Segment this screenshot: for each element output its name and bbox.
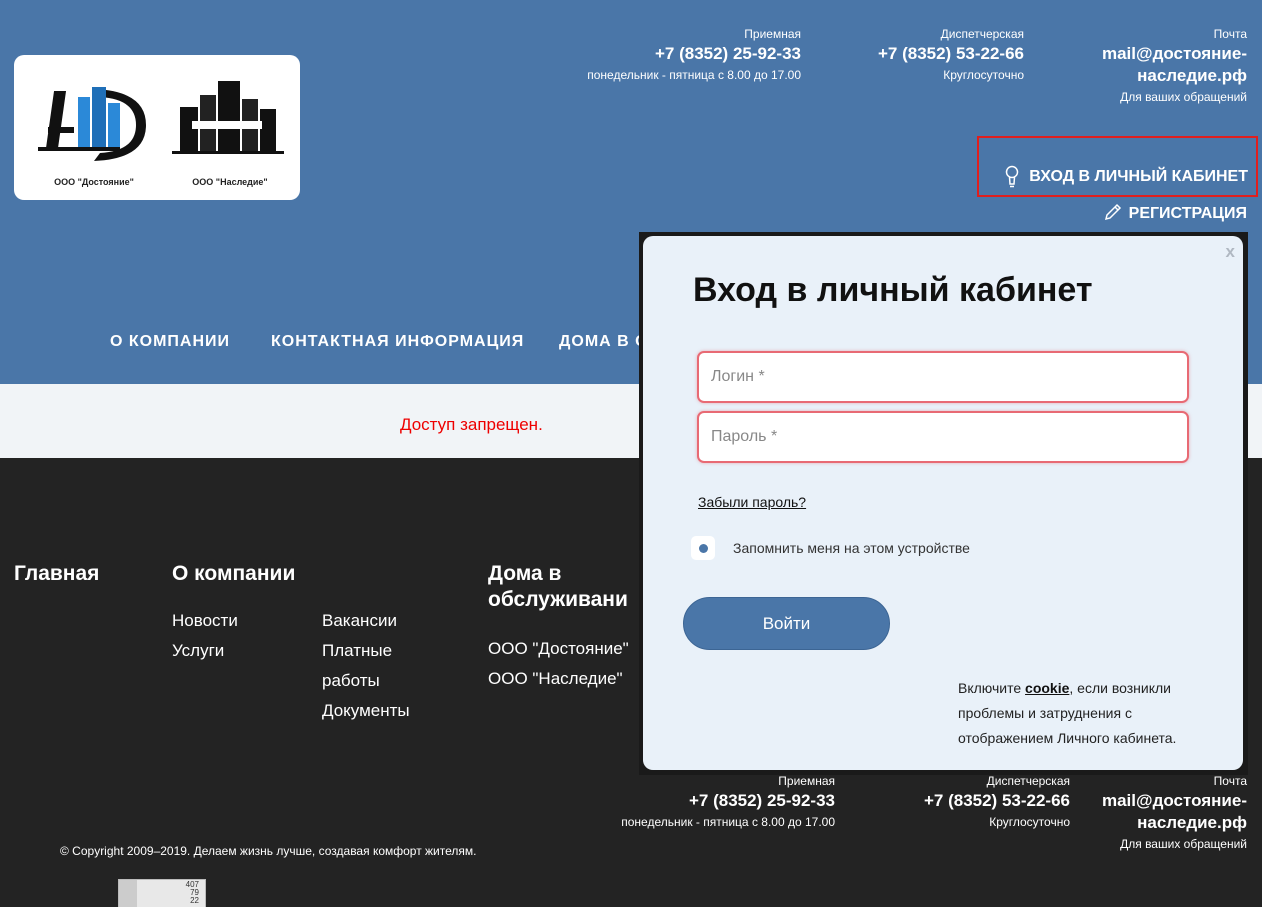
- contact-label: Приемная: [744, 27, 801, 41]
- cabinet-login-link[interactable]: ВХОД В ЛИЧНЫЙ КАБИНЕТ: [977, 136, 1258, 197]
- counter-value: 22: [190, 896, 199, 905]
- dispatch-contact: Диспетчерская +7 (8352) 53-22-66 Круглос…: [878, 25, 1024, 85]
- login-field[interactable]: [697, 351, 1189, 403]
- footer-link-news[interactable]: Новости: [172, 606, 238, 636]
- cabinet-login-label: ВХОД В ЛИЧНЫЙ КАБИНЕТ: [1029, 168, 1248, 185]
- login-modal: x Вход в личный кабинет Забыли пароль? З…: [643, 236, 1243, 770]
- close-icon[interactable]: x: [1226, 242, 1235, 262]
- counter-values: 407 79 22: [186, 881, 199, 905]
- modal-title: Вход в личный кабинет: [693, 271, 1093, 309]
- register-link[interactable]: РЕГИСТРАЦИЯ: [1103, 202, 1247, 223]
- visit-counter[interactable]: 407 79 22: [118, 879, 206, 907]
- footer-link-vacancies[interactable]: Вакансии: [322, 606, 397, 636]
- cookie-note: Включите cookie, если возникли проблемы …: [958, 676, 1198, 751]
- naslediye-logo: ООО "Наследие": [170, 77, 290, 187]
- mail-link-line1[interactable]: mail@достояние-: [1102, 43, 1247, 65]
- footer-reception-phone[interactable]: +7 (8352) 25-92-33: [621, 790, 835, 812]
- footer-link-dostoyanie[interactable]: ООО "Достояние": [488, 634, 629, 664]
- footer-main-link[interactable]: Главная: [14, 561, 99, 587]
- footer-houses-heading-2[interactable]: обслуживани: [488, 587, 628, 613]
- logo[interactable]: ООО "Достояние" ООО "Наследие": [14, 55, 300, 200]
- footer-mail-line1[interactable]: mail@достояние-: [1102, 790, 1247, 812]
- contact-hours: понедельник - пятница с 8.00 до 17.00: [621, 815, 835, 829]
- reception-phone[interactable]: +7 (8352) 25-92-33: [587, 43, 801, 65]
- nav-item-about[interactable]: О КОМПАНИИ: [110, 333, 230, 351]
- cookie-note-pre: Включите: [958, 680, 1026, 696]
- logo-caption-1: ООО "Достояние": [54, 177, 134, 187]
- footer-link-documents[interactable]: Документы: [322, 696, 410, 726]
- contact-hours: понедельник - пятница с 8.00 до 17.00: [587, 68, 801, 82]
- footer-dispatch-contact: Диспетчерская +7 (8352) 53-22-66 Круглос…: [924, 772, 1070, 832]
- footer-mail-contact: Почта mail@достояние- наследие.рф Для ва…: [1102, 772, 1247, 854]
- nav-item-contacts[interactable]: КОНТАКТНАЯ ИНФОРМАЦИЯ: [271, 333, 524, 351]
- password-field[interactable]: [697, 411, 1189, 463]
- nav-item-houses[interactable]: ДОМА В О: [559, 333, 649, 351]
- mail-contact: Почта mail@достояние- наследие.рф Для ва…: [1102, 25, 1247, 107]
- footer-reception-contact: Приемная +7 (8352) 25-92-33 понедельник …: [621, 772, 835, 832]
- reception-contact: Приемная +7 (8352) 25-92-33 понедельник …: [587, 25, 801, 85]
- footer-link-services[interactable]: Услуги: [172, 636, 224, 666]
- mail-link-line2[interactable]: наследие.рф: [1102, 65, 1247, 87]
- dispatch-phone[interactable]: +7 (8352) 53-22-66: [878, 43, 1024, 65]
- copyright: © Copyright 2009–2019. Делаем жизнь лучш…: [60, 844, 477, 858]
- dostoyanie-logo: ООО "Достояние": [34, 77, 154, 187]
- remember-me-label: Запомнить меня на этом устройстве: [733, 540, 970, 556]
- remember-me-checkbox[interactable]: [691, 536, 715, 560]
- footer-link-paid-works-1[interactable]: Платные: [322, 636, 392, 666]
- footer-about-heading[interactable]: О компании: [172, 561, 295, 587]
- register-label: РЕГИСТРАЦИЯ: [1128, 205, 1247, 222]
- footer-link-naslediye[interactable]: ООО "Наследие": [488, 664, 623, 694]
- cookie-link[interactable]: cookie: [1025, 680, 1069, 696]
- pencil-icon: [1104, 203, 1121, 221]
- forgot-password-link[interactable]: Забыли пароль?: [698, 494, 806, 510]
- footer-dispatch-phone[interactable]: +7 (8352) 53-22-66: [924, 790, 1070, 812]
- access-denied-message: Доступ запрещен.: [400, 415, 543, 434]
- login-submit-button[interactable]: Войти: [683, 597, 890, 650]
- footer-link-paid-works-2[interactable]: работы: [322, 666, 380, 696]
- dostoyanie-logo-icon: [38, 87, 146, 161]
- logo-caption-2: ООО "Наследие": [192, 177, 268, 187]
- contact-hours: Круглосуточно: [943, 68, 1024, 82]
- counter-bar-icon: [119, 880, 137, 907]
- footer-mail-line2[interactable]: наследие.рф: [1102, 812, 1247, 834]
- contact-label: Диспетчерская: [940, 27, 1024, 41]
- footer-houses-heading-1[interactable]: Дома в: [488, 561, 561, 587]
- contact-label: Почта: [1213, 27, 1247, 41]
- contact-hours: Круглосуточно: [989, 815, 1070, 829]
- lightbulb-icon: [1005, 165, 1019, 188]
- contact-note: Для ваших обращений: [1120, 837, 1247, 851]
- naslediye-logo-icon: [172, 81, 284, 154]
- contact-note: Для ваших обращений: [1120, 90, 1247, 104]
